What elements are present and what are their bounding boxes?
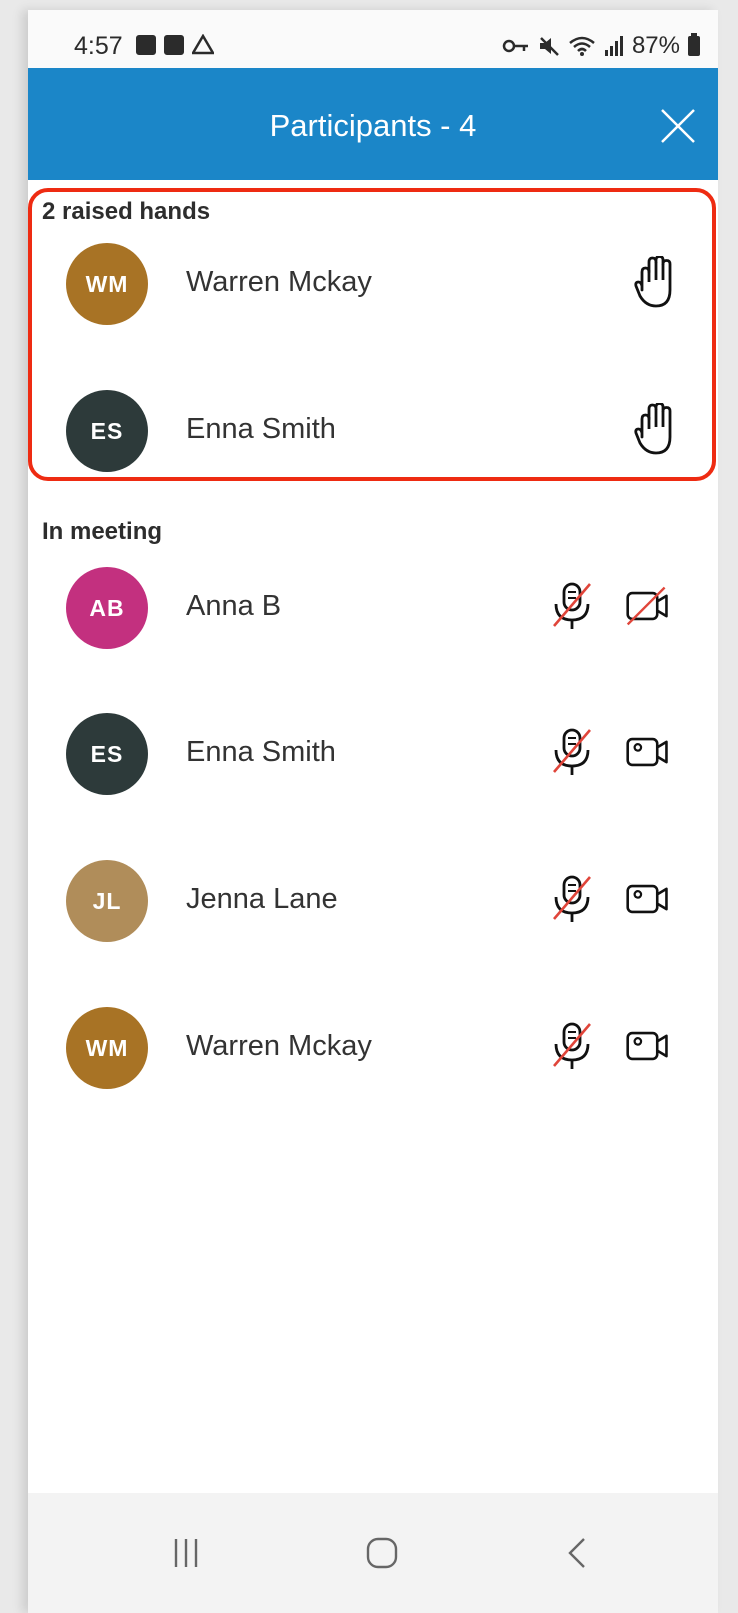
- battery-icon: [688, 33, 700, 56]
- participant-name: Warren Mckay: [186, 1030, 372, 1062]
- raised-hands-label: 2 raised hands: [42, 198, 211, 225]
- recent-apps-icon[interactable]: [166, 1533, 206, 1573]
- participant-name: Anna B: [186, 590, 282, 622]
- avatar: WM: [66, 1007, 148, 1089]
- participant-name: Warren Mckay: [186, 266, 372, 298]
- video-icon[interactable]: [624, 1020, 672, 1072]
- participant-name: Enna Smith: [186, 413, 336, 445]
- home-icon[interactable]: [362, 1533, 402, 1573]
- raised-hand-icon: [634, 256, 672, 308]
- status-time: 4:57: [74, 32, 123, 60]
- signal-icon: [604, 36, 623, 56]
- video-off-icon[interactable]: [624, 580, 672, 632]
- avatar: ES: [66, 390, 148, 472]
- back-icon[interactable]: [558, 1533, 598, 1573]
- raised-hand-row[interactable]: WM Warren Mckay: [28, 238, 718, 328]
- participant-row[interactable]: WM Warren Mckay: [28, 1002, 718, 1092]
- video-icon[interactable]: [624, 873, 672, 925]
- participant-row[interactable]: ES Enna Smith: [28, 708, 718, 798]
- calendar-icon: [164, 35, 184, 55]
- avatar: AB: [66, 567, 148, 649]
- drive-icon: [192, 34, 214, 55]
- system-nav-bar: [28, 1493, 718, 1613]
- phone-screen: 4:57 87% Participants - 4 2 raised hands…: [28, 10, 718, 1613]
- image-icon: [136, 35, 156, 55]
- key-icon: [502, 39, 528, 53]
- battery-percent: 87%: [631, 32, 680, 59]
- wifi-icon: [569, 36, 595, 56]
- status-bar: 4:57 87%: [28, 10, 718, 68]
- participant-name: Enna Smith: [186, 736, 336, 768]
- mute-icon: [539, 37, 559, 56]
- avatar: ES: [66, 713, 148, 795]
- mic-muted-icon[interactable]: [548, 580, 596, 632]
- mic-muted-icon[interactable]: [548, 726, 596, 778]
- raised-hand-icon: [634, 403, 672, 455]
- header: Participants - 4: [28, 68, 718, 180]
- in-meeting-label: In meeting: [42, 518, 163, 545]
- participant-name: Jenna Lane: [186, 883, 338, 915]
- participant-row[interactable]: AB Anna B: [28, 562, 718, 652]
- page-title: Participants - 4: [269, 108, 477, 143]
- participant-row[interactable]: JL Jenna Lane: [28, 855, 718, 945]
- mic-muted-icon[interactable]: [548, 873, 596, 925]
- mic-muted-icon[interactable]: [548, 1020, 596, 1072]
- close-icon[interactable]: [658, 106, 698, 146]
- raised-hand-row[interactable]: ES Enna Smith: [28, 385, 718, 475]
- avatar: JL: [66, 860, 148, 942]
- avatar: WM: [66, 243, 148, 325]
- video-icon[interactable]: [624, 726, 672, 778]
